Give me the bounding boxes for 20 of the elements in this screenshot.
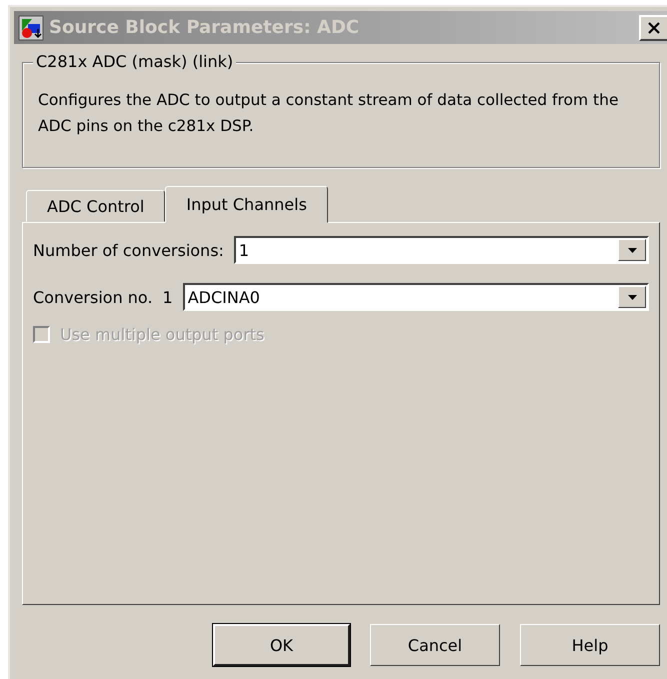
dialog-button[interactable]: Cancel xyxy=(370,624,500,666)
field-label: Number of conversions: xyxy=(33,240,224,260)
window-title: Source Block Parameters: ADC xyxy=(49,17,360,38)
dropdown-button[interactable] xyxy=(618,286,646,308)
dropdown-field[interactable]: ADCINA0 xyxy=(182,283,649,311)
dialog-button[interactable]: Help xyxy=(520,624,660,666)
tab[interactable]: ADC Control xyxy=(26,190,166,222)
tab[interactable]: Input Channels xyxy=(165,186,328,223)
dialog-button[interactable]: OK xyxy=(213,624,350,666)
conversion-index: 1 xyxy=(162,288,173,306)
dropdown-field[interactable]: 1 xyxy=(234,236,649,264)
field-label: Conversion no. xyxy=(33,288,153,306)
block-diagram-icon xyxy=(18,14,44,40)
caret-icon xyxy=(628,294,636,300)
caret-icon xyxy=(628,248,636,252)
close-button[interactable] xyxy=(639,14,667,40)
dropdown-button[interactable] xyxy=(618,239,646,261)
description: Configures the ADC to output a constant stream of data collected from the ADC pins on the c281x DSP. xyxy=(38,90,620,137)
close-icon xyxy=(647,20,661,34)
group-title: C281x ADC (mask) (link) xyxy=(33,52,236,71)
